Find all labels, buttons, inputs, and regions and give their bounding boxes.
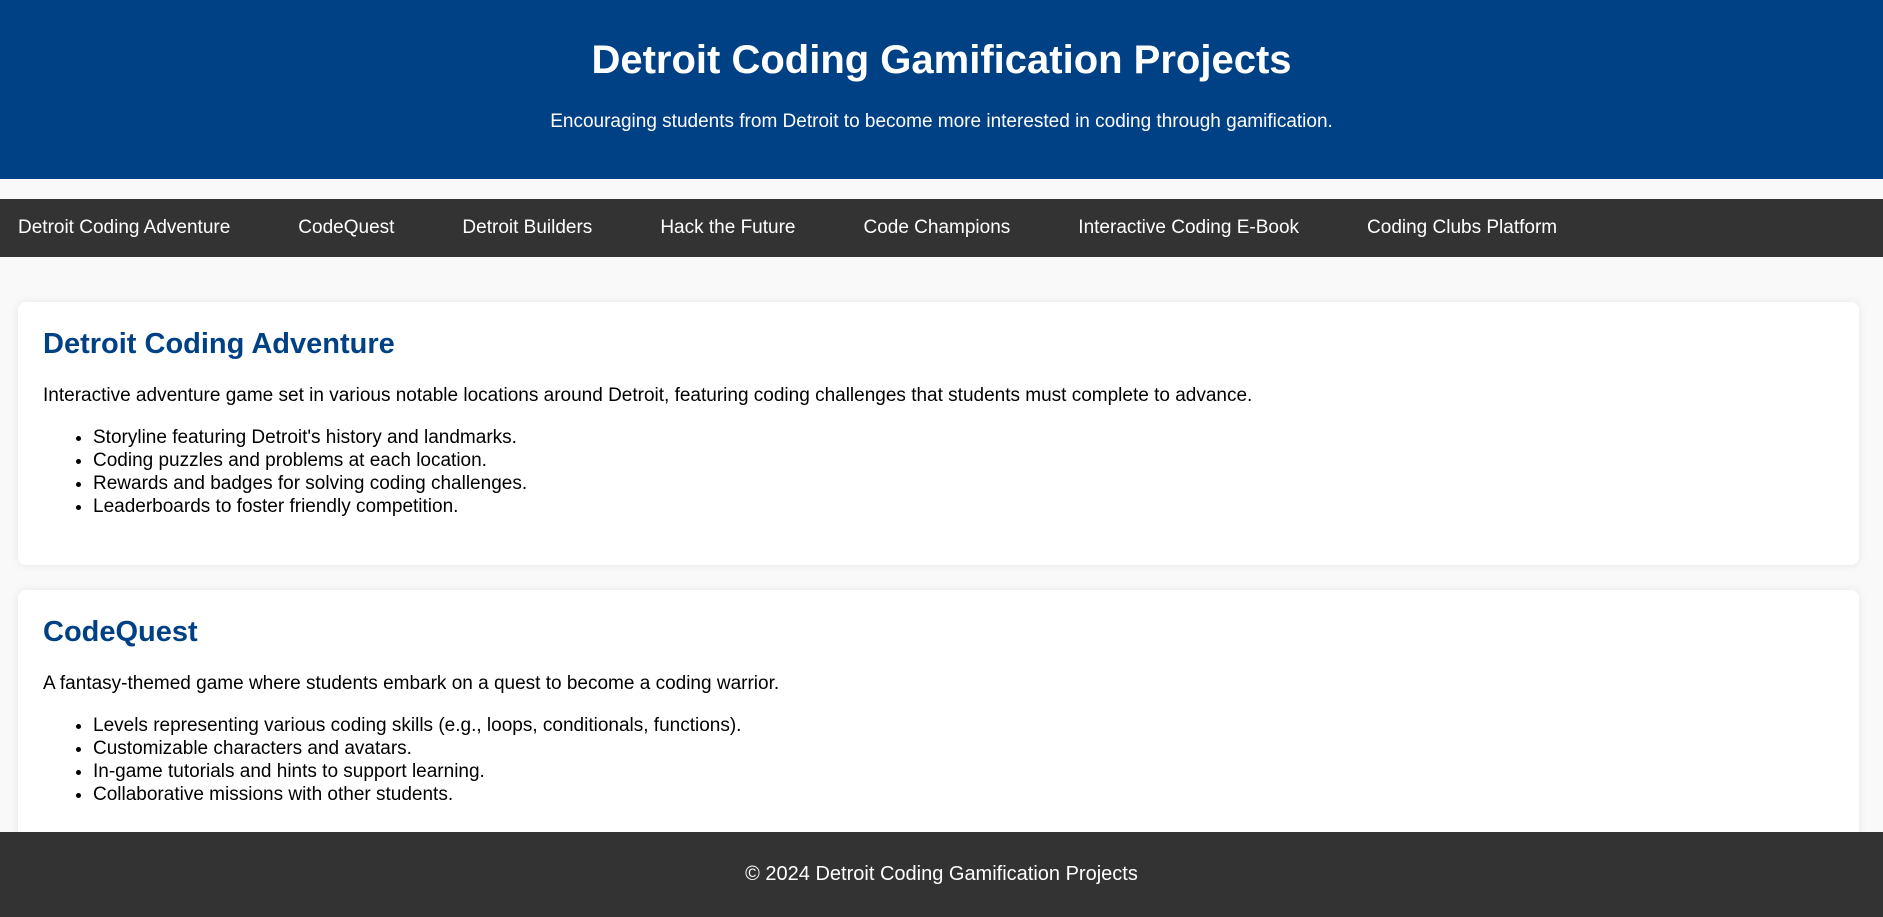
nav-item-code-champions[interactable]: Code Champions xyxy=(845,216,1028,240)
nav-item-detroit-builders[interactable]: Detroit Builders xyxy=(444,216,610,240)
feature-list: Levels representing various coding skill… xyxy=(43,714,741,806)
project-title: CodeQuest xyxy=(43,616,198,648)
nav-item-detroit-coding-adventure[interactable]: Detroit Coding Adventure xyxy=(0,216,248,240)
footer-copyright: © 2024 Detroit Coding Gamification Proje… xyxy=(745,863,1138,885)
list-item: Levels representing various coding skill… xyxy=(93,714,741,737)
list-item: Coding puzzles and problems at each loca… xyxy=(93,449,527,472)
project-card-detroit-coding-adventure: Detroit Coding Adventure Interactive adv… xyxy=(18,302,1859,565)
project-description: A fantasy-themed game where students emb… xyxy=(43,673,780,694)
page: Detroit Coding Gamification Projects Enc… xyxy=(0,0,1883,917)
site-footer: © 2024 Detroit Coding Gamification Proje… xyxy=(0,832,1883,917)
list-item: Collaborative missions with other studen… xyxy=(93,783,741,806)
page-title: Detroit Coding Gamification Projects xyxy=(591,38,1292,82)
nav-item-coding-clubs-platform[interactable]: Coding Clubs Platform xyxy=(1349,216,1575,240)
project-title: Detroit Coding Adventure xyxy=(43,328,395,360)
main-content[interactable]: Detroit Coding Adventure Interactive adv… xyxy=(0,257,1883,832)
list-item: Storyline featuring Detroit's history an… xyxy=(93,426,527,449)
nav-item-interactive-coding-ebook[interactable]: Interactive Coding E-Book xyxy=(1060,216,1317,240)
page-subtitle: Encouraging students from Detroit to bec… xyxy=(550,111,1333,132)
list-item: Customizable characters and avatars. xyxy=(93,737,741,760)
list-item: In-game tutorials and hints to support l… xyxy=(93,760,741,783)
project-description: Interactive adventure game set in variou… xyxy=(43,385,1253,406)
feature-list: Storyline featuring Detroit's history an… xyxy=(43,426,527,518)
nav-item-hack-the-future[interactable]: Hack the Future xyxy=(642,216,813,240)
site-header: Detroit Coding Gamification Projects Enc… xyxy=(0,0,1883,179)
nav-item-codequest[interactable]: CodeQuest xyxy=(280,216,412,240)
project-card-codequest: CodeQuest A fantasy-themed game where st… xyxy=(18,590,1859,832)
main-nav: Detroit Coding Adventure CodeQuest Detro… xyxy=(0,199,1883,257)
list-item: Leaderboards to foster friendly competit… xyxy=(93,495,527,518)
list-item: Rewards and badges for solving coding ch… xyxy=(93,472,527,495)
